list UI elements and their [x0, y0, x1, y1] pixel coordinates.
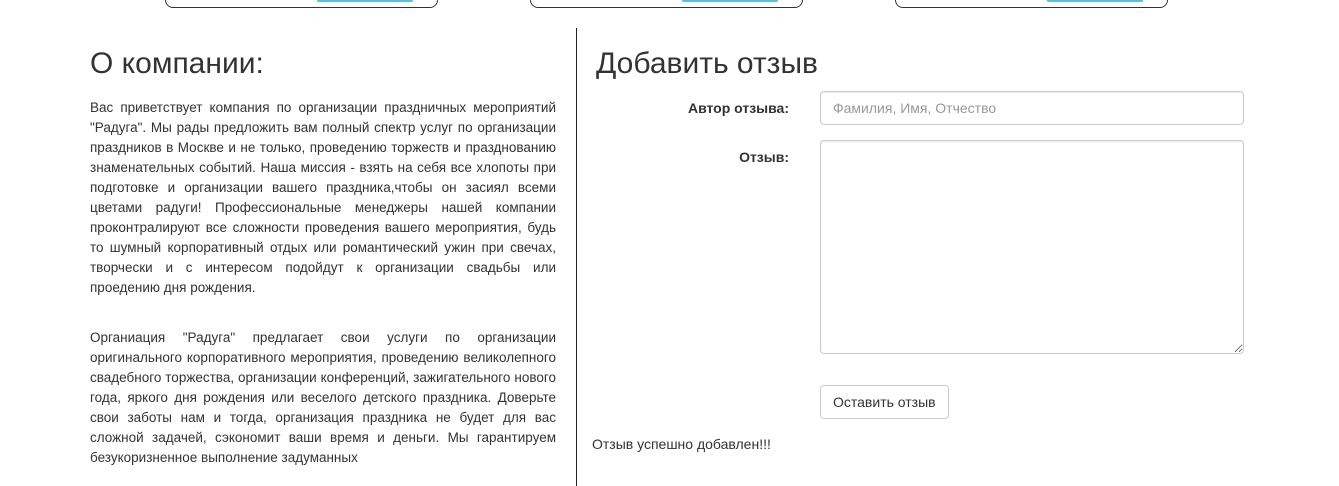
top-card [895, 0, 1168, 8]
card-button-strip[interactable] [317, 0, 413, 2]
submit-review-button[interactable]: Оставить отзыв [820, 385, 949, 419]
top-card [165, 0, 438, 8]
card-button-strip[interactable] [1047, 0, 1143, 2]
success-message: Отзыв успешно добавлен!!! [592, 436, 771, 452]
about-title: О компании: [90, 47, 264, 80]
author-input[interactable] [820, 91, 1244, 125]
page: О компании: Вас приветствует компания по… [0, 0, 1339, 486]
review-title: Добавить отзыв [596, 47, 818, 80]
column-divider [576, 28, 577, 486]
about-section: О компании: Вас приветствует компания по… [90, 40, 556, 486]
review-label: Отзыв: [739, 149, 789, 165]
review-section: Добавить отзыв [596, 40, 1256, 88]
top-card [530, 0, 803, 8]
review-textarea[interactable] [820, 140, 1244, 354]
author-label: Автор отзыва: [687, 100, 789, 116]
about-paragraph: Вас приветствует компания по организации… [90, 100, 556, 295]
card-button-strip[interactable] [682, 0, 778, 2]
about-paragraph: Органиация "Радуга" предлагает свои услу… [90, 330, 556, 465]
